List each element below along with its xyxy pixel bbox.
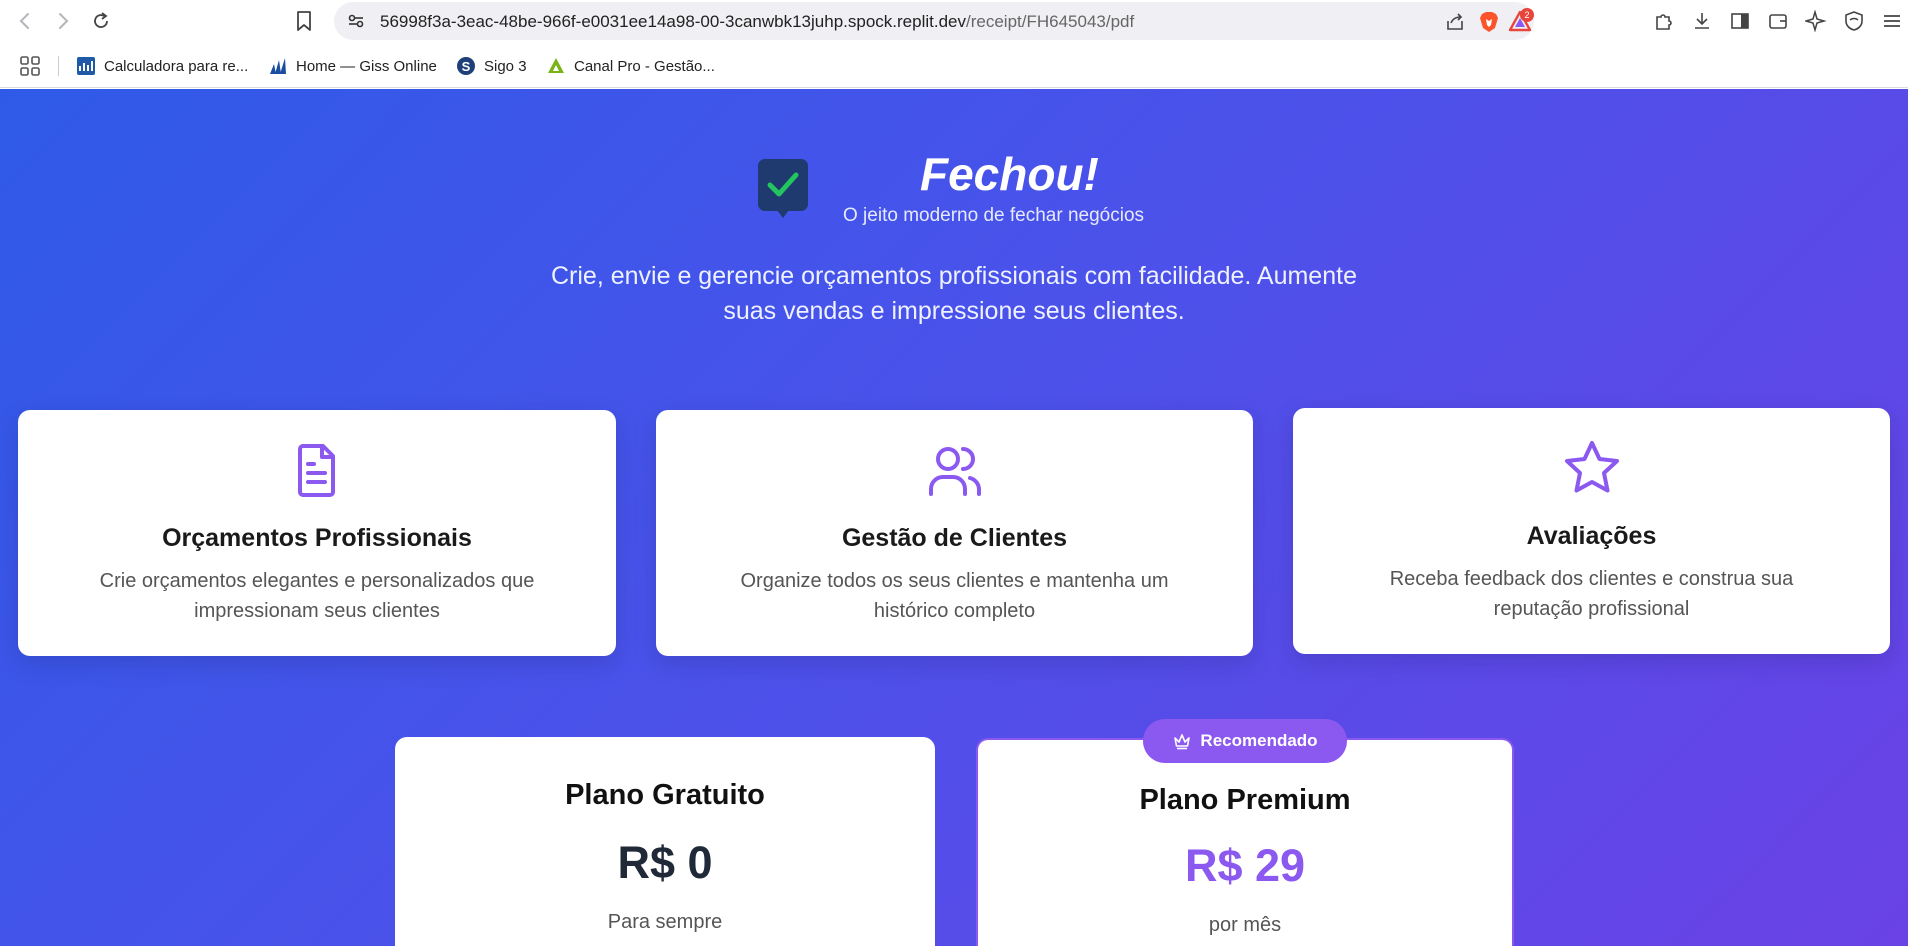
feature-description: Receba feedback dos clientes e construa …	[1389, 568, 1794, 620]
bookmark-label: Calculadora para re...	[104, 57, 249, 75]
bookmark-label: Sigo 3	[484, 57, 527, 75]
rewards-badge: 2	[1520, 8, 1534, 22]
hero-line: suas vendas e impressione seus clientes.	[723, 297, 1185, 325]
address-bar[interactable]: 56998f3a-3eac-48be-966f-e0031ee14a98-00-…	[334, 2, 1534, 40]
forward-button[interactable]	[50, 8, 76, 34]
feature-title: Orçamentos Profissionais	[162, 524, 472, 552]
wallet-icon	[1769, 14, 1787, 29]
url-text[interactable]: 56998f3a-3eac-48be-966f-e0031ee14a98-00-…	[380, 12, 1134, 32]
forward-arrow-icon	[59, 13, 69, 29]
recommended-badge: Recomendado	[1143, 719, 1347, 763]
toolbar-actions	[1652, 9, 1904, 33]
leo-ai-button[interactable]	[1804, 9, 1828, 33]
hero-text: Crie, envie e gerencie orçamentos profis…	[0, 259, 1908, 329]
bookmarks-bar: Calculadora para re... Home — Giss Onlin…	[0, 44, 1908, 88]
reload-icon	[94, 12, 108, 28]
feature-card-clientes: Gestão de Clientes Organize todos os seu…	[656, 410, 1253, 656]
plan-name: Plano Gratuito	[565, 779, 765, 811]
users-icon	[928, 447, 981, 496]
sidebar-icon	[1731, 13, 1749, 29]
hero-line: Crie, envie e gerencie orçamentos profis…	[551, 262, 1357, 290]
apps-grid-icon[interactable]	[18, 54, 42, 78]
document-icon	[298, 444, 335, 497]
back-button[interactable]	[12, 8, 38, 34]
bookmark-icon[interactable]	[292, 9, 316, 33]
back-arrow-icon	[19, 13, 29, 29]
brand-title: Fechou!	[920, 148, 1099, 200]
bookmark-item[interactable]: Calculadora para re...	[76, 55, 248, 77]
bookmark-label: Canal Pro - Gestão...	[574, 57, 715, 75]
landing-page: Fechou! O jeito moderno de fechar negóci…	[0, 89, 1908, 946]
download-icon	[1695, 13, 1709, 29]
giss-favicon-icon	[268, 56, 288, 76]
url-path: /receipt/FH645043/pdf	[966, 12, 1135, 31]
feature-title: Gestão de Clientes	[841, 524, 1068, 552]
puzzle-icon	[1656, 14, 1672, 30]
extensions-button[interactable]	[1652, 9, 1676, 33]
feature-card-avaliacoes: Avaliações Receba feedback dos clientes …	[1293, 408, 1890, 654]
feature-description: Organize todos os seus clientes e manten…	[740, 570, 1169, 622]
plan-card-free: Plano Gratuito R$ 0 Para sempre	[395, 737, 935, 946]
wallet-button[interactable]	[1766, 9, 1790, 33]
chart-favicon-icon	[76, 56, 96, 76]
url-host: 56998f3a-3eac-48be-966f-e0031ee14a98-00-…	[380, 12, 966, 31]
menu-button[interactable]	[1880, 9, 1904, 33]
brand-tagline: O jeito moderno de fechar negócios	[843, 205, 1145, 226]
sigo-favicon-icon: S	[456, 56, 476, 76]
rewards-button[interactable]: 2	[1508, 8, 1534, 32]
downloads-button[interactable]	[1690, 9, 1714, 33]
plan-period: Para sempre	[607, 911, 723, 933]
badge-label: Recomendado	[1200, 731, 1318, 750]
vpn-button[interactable]	[1842, 9, 1866, 33]
feature-description: Crie orçamentos elegantes e personalizad…	[99, 570, 535, 622]
fechou-logo-icon	[758, 159, 808, 218]
shield-icon	[1845, 11, 1863, 31]
plan-card-premium: Plano Premium R$ 29 por mês	[976, 738, 1514, 946]
browser-toolbar: 56998f3a-3eac-48be-966f-e0031ee14a98-00-…	[0, 0, 1908, 44]
star-icon	[1564, 441, 1619, 493]
reload-button[interactable]	[88, 8, 114, 34]
plan-price: R$ 0	[617, 837, 713, 888]
bookmark-label: Home — Giss Online	[296, 57, 437, 75]
svg-text:S: S	[462, 59, 471, 74]
site-settings-icon[interactable]	[346, 11, 366, 31]
bookmark-item[interactable]: Canal Pro - Gestão...	[546, 55, 715, 77]
feature-title: Avaliações	[1526, 522, 1657, 550]
bookmarks-separator	[58, 56, 59, 76]
bookmark-item[interactable]: S Sigo 3	[456, 55, 527, 77]
canalpro-favicon-icon	[546, 56, 566, 76]
hamburger-menu-icon	[1884, 15, 1900, 27]
share-icon[interactable]	[1444, 11, 1466, 33]
plan-price: R$ 29	[1184, 840, 1306, 891]
sparkle-icon	[1805, 10, 1827, 32]
feature-card-orcamentos: Orçamentos Profissionais Crie orçamentos…	[18, 410, 616, 656]
bookmark-item[interactable]: Home — Giss Online	[268, 55, 437, 77]
plan-name: Plano Premium	[1139, 784, 1351, 816]
brave-shields-icon[interactable]	[1478, 10, 1500, 34]
crown-icon	[1174, 734, 1191, 750]
sidebar-button[interactable]	[1728, 9, 1752, 33]
plan-period: por mês	[1208, 914, 1282, 936]
